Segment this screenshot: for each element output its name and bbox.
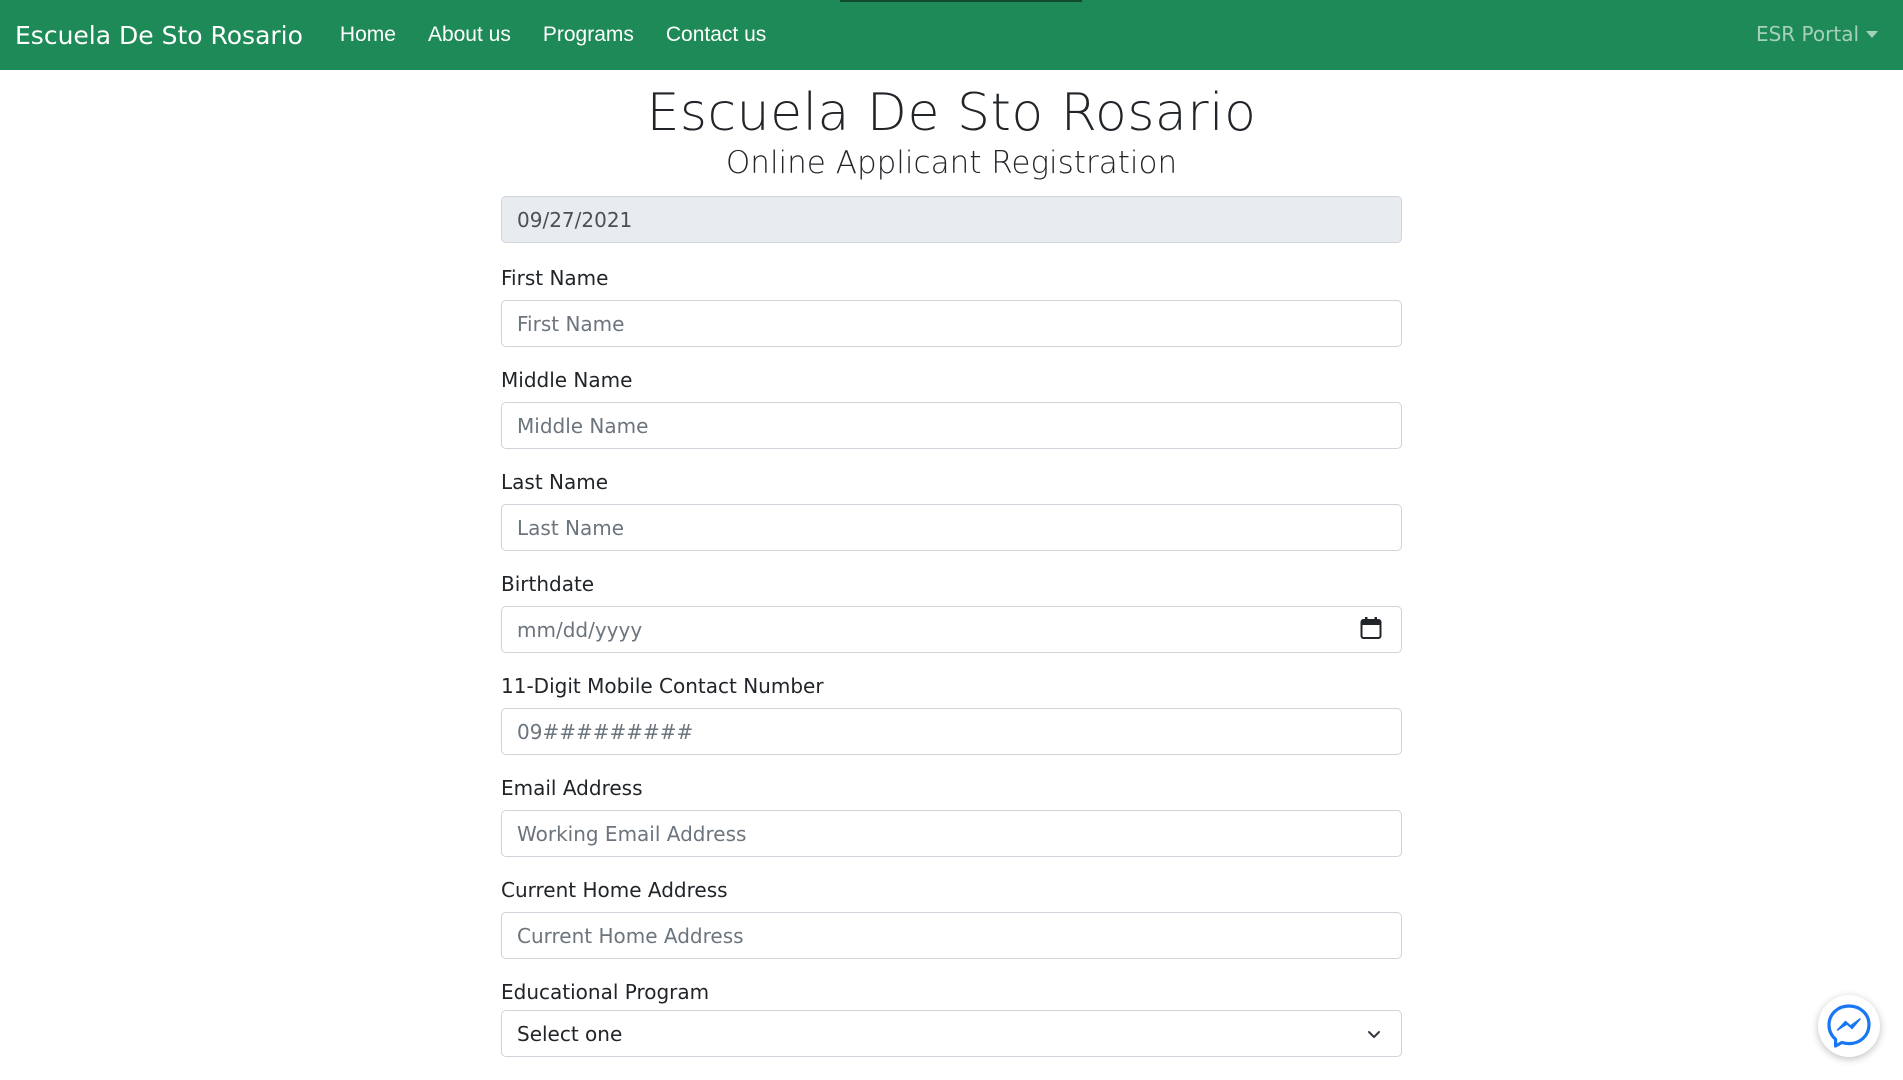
- chevron-down-icon: [1368, 1031, 1380, 1038]
- last-name-input[interactable]: [501, 504, 1402, 551]
- top-navbar: Escuela De Sto Rosario Home About us Pro…: [0, 0, 1903, 70]
- middle-name-field: Middle Name: [501, 368, 1402, 449]
- educational-program-select[interactable]: Select one: [501, 1010, 1402, 1057]
- first-name-label: First Name: [501, 266, 609, 290]
- middle-name-label: Middle Name: [501, 368, 633, 392]
- page-subtitle: Online Applicant Registration: [725, 145, 1178, 182]
- last-name-field: Last Name: [501, 470, 1402, 551]
- birthdate-field: Birthdate: [501, 572, 1402, 653]
- nav-link-about-us[interactable]: About us: [428, 23, 511, 47]
- registration-date-field: [501, 196, 1402, 243]
- esr-portal-dropdown[interactable]: ESR Portal: [1756, 22, 1878, 46]
- nav-link-contact-us[interactable]: Contact us: [666, 23, 766, 47]
- caret-down-icon: [1866, 30, 1878, 38]
- nav-link-programs[interactable]: Programs: [543, 23, 634, 47]
- brand-link[interactable]: Escuela De Sto Rosario: [15, 21, 303, 50]
- nav-link-home[interactable]: Home: [340, 23, 396, 47]
- calendar-icon[interactable]: [1360, 616, 1382, 640]
- registration-container: Escuela De Sto Rosario Online Applicant …: [501, 70, 1402, 1057]
- mobile-number-label: 11-Digit Mobile Contact Number: [501, 674, 824, 698]
- page-title: Escuela De Sto Rosario: [646, 83, 1257, 143]
- birthdate-label: Birthdate: [501, 572, 595, 596]
- email-field: Email Address: [501, 776, 1402, 857]
- email-label: Email Address: [501, 776, 643, 800]
- first-name-field: First Name: [501, 266, 1402, 347]
- top-accent-line: [840, 0, 1082, 2]
- mobile-number-input[interactable]: [501, 708, 1402, 755]
- birthdate-wrapper: [501, 596, 1402, 653]
- educational-program-field: Educational Program Select one: [501, 980, 1402, 1057]
- registration-date-input: [501, 196, 1402, 243]
- educational-program-label: Educational Program: [501, 980, 710, 1004]
- email-input[interactable]: [501, 810, 1402, 857]
- esr-portal-label: ESR Portal: [1755, 22, 1859, 46]
- educational-program-value[interactable]: Select one: [501, 1010, 1402, 1057]
- first-name-input[interactable]: [501, 300, 1402, 347]
- home-address-label: Current Home Address: [501, 878, 728, 902]
- messenger-chat-button[interactable]: [1818, 995, 1880, 1057]
- last-name-label: Last Name: [501, 470, 609, 494]
- middle-name-input[interactable]: [501, 402, 1402, 449]
- birthdate-input[interactable]: [501, 606, 1402, 653]
- home-address-input[interactable]: [501, 912, 1402, 959]
- messenger-icon: [1827, 1004, 1871, 1048]
- mobile-number-field: 11-Digit Mobile Contact Number: [501, 674, 1402, 755]
- home-address-field: Current Home Address: [501, 878, 1402, 959]
